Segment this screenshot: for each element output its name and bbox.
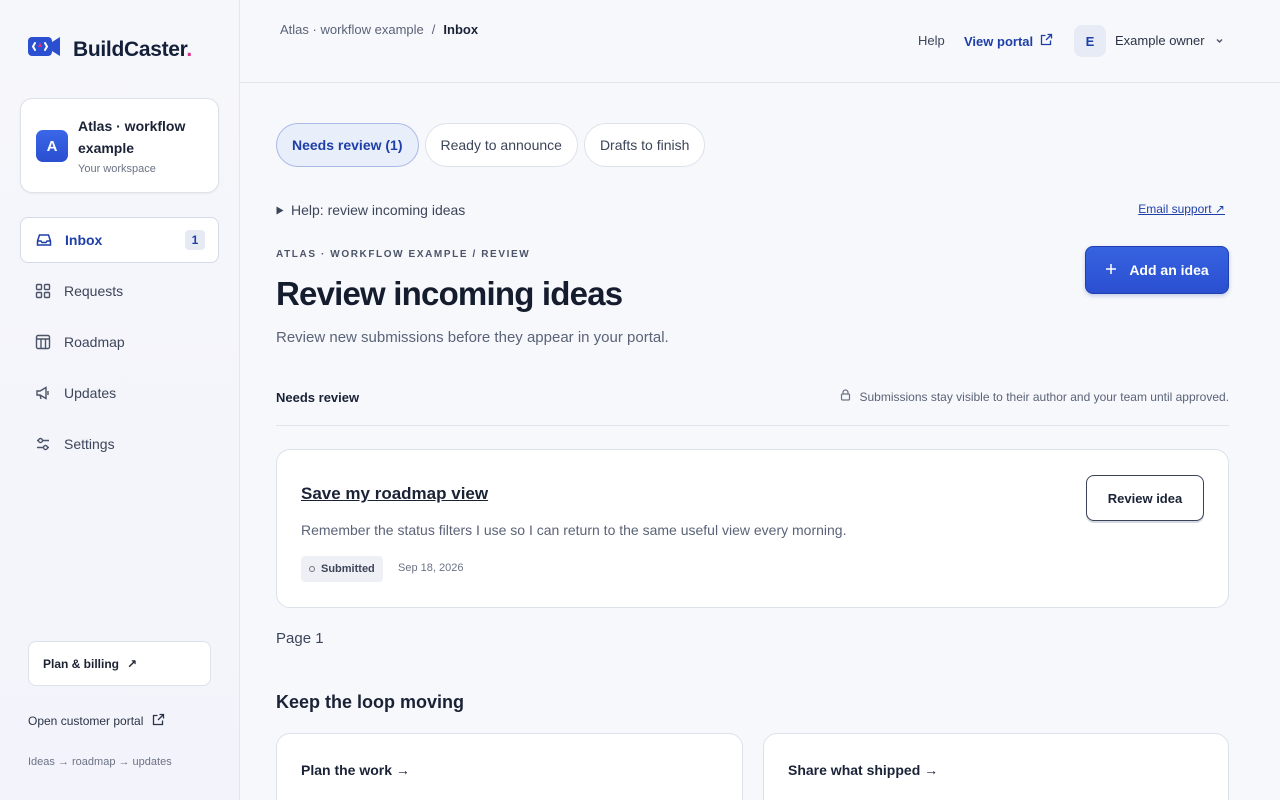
workflow-caption: Ideas → roadmap → updates (28, 756, 172, 768)
plus-icon (1105, 262, 1117, 278)
sidebar-item-inbox[interactable]: Inbox 1 (20, 217, 219, 263)
page-title: Review incoming ideas (276, 275, 623, 312)
tab-drafts-to-finish[interactable]: Drafts to finish (583, 123, 706, 167)
tab-needs-review[interactable]: Needs review (1) (276, 123, 419, 167)
plan-the-work-card[interactable]: Plan the work → (276, 733, 743, 800)
help-link[interactable]: Help (918, 33, 945, 48)
idea-card: Save my roadmap view Remember the status… (276, 449, 1229, 608)
workspace-avatar: A (36, 130, 68, 162)
triangle-right-icon (276, 202, 284, 218)
workspace-switcher[interactable]: A Atlas · workflow example Your workspac… (20, 98, 219, 193)
breadcrumb-workspace[interactable]: Atlas · workflow example (280, 22, 424, 37)
open-customer-portal-link[interactable]: Open customer portal (28, 713, 165, 729)
review-tabs: Needs review (1) Ready to announce Draft… (276, 123, 706, 167)
idea-description: Remember the status filters I use so I c… (301, 522, 847, 538)
tab-ready-to-announce[interactable]: Ready to announce (424, 123, 578, 167)
add-idea-button[interactable]: Add an idea (1085, 246, 1229, 294)
help-disclosure[interactable]: Help: review incoming ideas (276, 202, 465, 218)
idea-title-link[interactable]: Save my roadmap view (301, 484, 488, 504)
section-heading: Needs review (276, 390, 360, 405)
view-portal-link[interactable]: View portal (964, 33, 1053, 49)
sidebar-nav: Inbox 1 Requests Roadmap Updates Setting… (20, 217, 219, 472)
external-link-icon (152, 713, 165, 729)
owner-avatar[interactable]: E (1074, 25, 1106, 57)
sidebar: BuildCaster. A Atlas · workflow example … (0, 0, 240, 800)
status-badge: Submitted (301, 556, 383, 582)
plan-billing-button[interactable]: Plan & billing ↗ (28, 641, 211, 686)
sidebar-item-requests[interactable]: Requests (20, 268, 219, 314)
card-title: Plan the work → (301, 762, 410, 778)
sidebar-item-label: Roadmap (64, 334, 125, 350)
sidebar-item-label: Settings (64, 436, 115, 452)
pagination-label: Page 1 (276, 630, 324, 647)
chevron-down-icon (1215, 33, 1224, 48)
breadcrumb-separator: / (431, 22, 436, 37)
workspace-name: Atlas · workflow example (78, 118, 186, 156)
sidebar-item-roadmap[interactable]: Roadmap (20, 319, 219, 365)
share-what-shipped-card[interactable]: Share what shipped → (763, 733, 1229, 800)
buildcaster-logo-icon (26, 33, 64, 66)
external-arrow-icon: ↗ (127, 656, 138, 671)
brand-name: BuildCaster. (73, 37, 192, 61)
grid-icon (34, 283, 51, 300)
breadcrumb-current: Inbox (443, 22, 479, 37)
loop-heading: Keep the loop moving (276, 692, 465, 712)
inbox-icon (35, 232, 52, 249)
sidebar-item-label: Updates (64, 385, 117, 401)
card-title: Share what shipped → (788, 762, 939, 778)
columns-icon (34, 334, 51, 351)
inbox-count-badge: 1 (185, 230, 205, 250)
sidebar-item-settings[interactable]: Settings (20, 421, 219, 467)
workspace-subtitle: Your workspace (78, 163, 156, 175)
visibility-note: Submissions stay visible to their author… (840, 389, 1229, 404)
status-circle-icon (309, 566, 315, 572)
breadcrumb: Atlas · workflow example / Inbox (280, 22, 478, 37)
lock-icon (840, 389, 851, 404)
sliders-icon (34, 436, 51, 453)
sidebar-item-updates[interactable]: Updates (20, 370, 219, 416)
top-bar: Atlas · workflow example / Inbox Help Vi… (240, 0, 1280, 83)
page-eyebrow: ATLAS · WORKFLOW EXAMPLE / REVIEW (276, 249, 531, 260)
sidebar-item-label: Requests (64, 283, 124, 299)
sidebar-item-label: Inbox (65, 232, 103, 248)
review-idea-button[interactable]: Review idea (1086, 475, 1204, 521)
megaphone-icon (34, 385, 51, 402)
page-subtitle: Review new submissions before they appea… (276, 329, 669, 346)
owner-menu[interactable]: Example owner (1115, 33, 1224, 48)
main-content: Needs review (1) Ready to announce Draft… (276, 83, 1229, 800)
section-divider (276, 425, 1229, 426)
external-link-icon (1040, 33, 1053, 49)
brand-logo[interactable]: BuildCaster. (26, 33, 192, 66)
idea-date: Sep 18, 2026 (398, 562, 464, 574)
email-support-link[interactable]: Email support ↗ (1138, 202, 1225, 216)
